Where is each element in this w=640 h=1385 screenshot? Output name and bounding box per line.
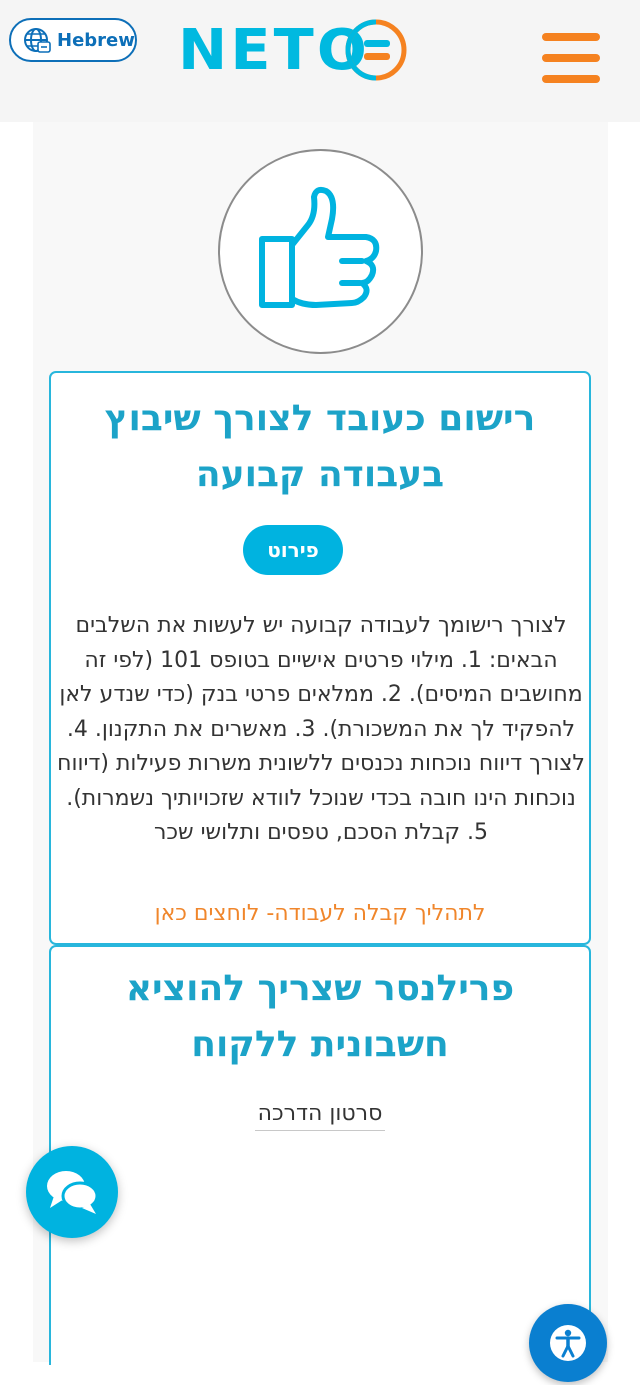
hamburger-menu-icon[interactable] [542, 33, 600, 83]
chat-bubbles-icon [47, 1171, 99, 1214]
thumbs-up-icon [259, 186, 380, 308]
globe-language-icon [24, 28, 51, 53]
card-title: פרילנסר שצריך להוציא חשבונית ללקוח [125, 968, 515, 1065]
site-header: Hebrew NETO [0, 0, 640, 122]
hiring-process-link[interactable]: לתהליך קבלה לעבודה- לוחצים כאן [51, 901, 589, 926]
language-button[interactable]: Hebrew [9, 18, 137, 62]
logo-text: NETO [178, 18, 371, 83]
card-body-text: לצורך רישומך לעבודה קבועה יש לעשות את הש… [57, 613, 585, 845]
accessibility-icon [550, 1325, 586, 1361]
language-label: Hebrew [57, 29, 135, 51]
card-title: רישום כעובד לצורך שיבוץ בעבודה קבועה [104, 398, 536, 495]
chat-button[interactable] [26, 1146, 118, 1238]
logo-equals-circle-icon [345, 19, 407, 81]
accessibility-button[interactable] [529, 1304, 607, 1382]
details-button[interactable]: פירוט [243, 525, 343, 575]
freelancer-card: פרילנסר שצריך להוציא חשבונית ללקוח סרטון… [49, 945, 591, 1365]
tutorial-video-link[interactable]: סרטון הדרכה [255, 1101, 385, 1131]
permanent-work-card: רישום כעובד לצורך שיבוץ בעבודה קבועה פיר… [49, 371, 591, 945]
thumbs-up-badge [218, 149, 423, 354]
neto-logo[interactable]: NETO [178, 16, 410, 86]
